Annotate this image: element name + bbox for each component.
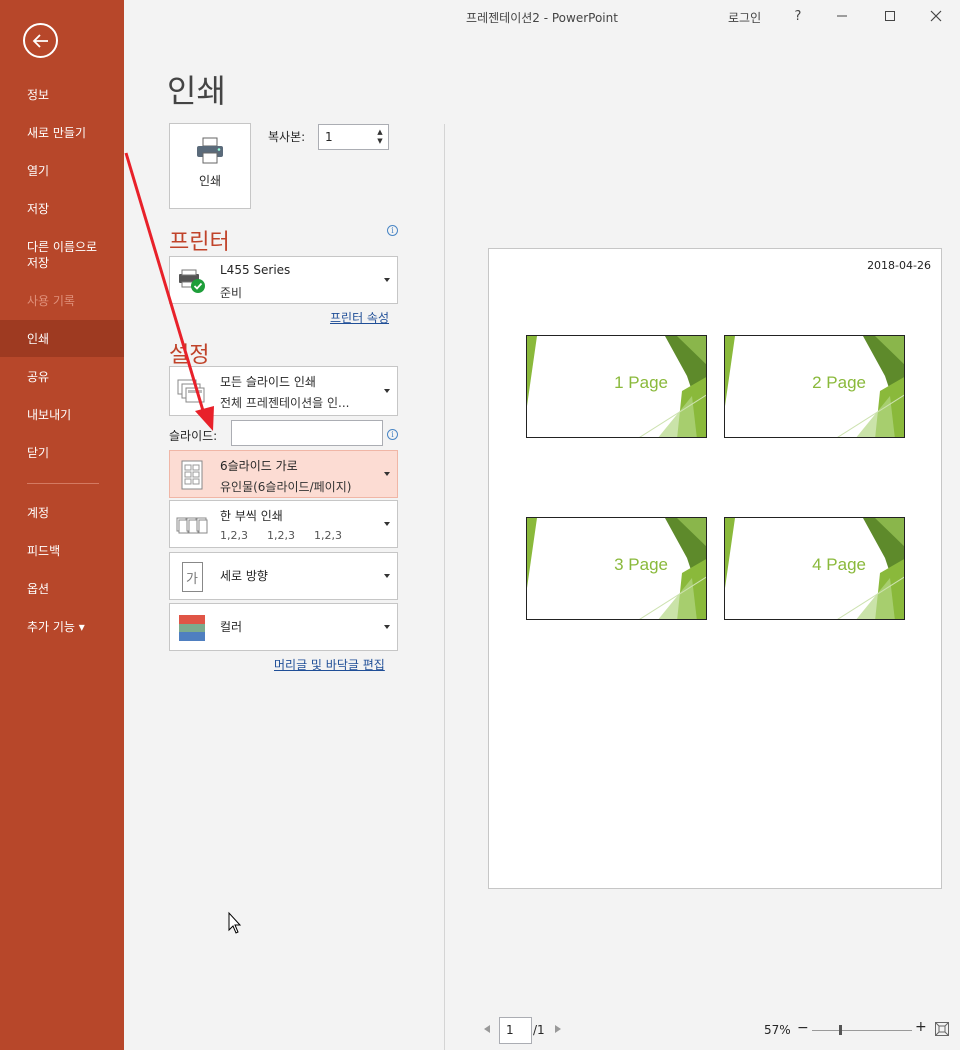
orientation-title: 세로 방향: [220, 569, 268, 583]
copies-input[interactable]: 1 ▲ ▼: [318, 124, 389, 150]
printer-section-title: 프린터: [169, 230, 230, 255]
nav-options[interactable]: 옵션: [0, 581, 124, 597]
orientation-dropdown[interactable]: 가 세로 방향: [169, 552, 398, 600]
zoom-level[interactable]: 57%: [764, 1023, 791, 1037]
fit-to-page-icon[interactable]: [935, 1022, 949, 1036]
minimize-button[interactable]: [832, 6, 852, 26]
layout-dropdown[interactable]: 6슬라이드 가로 유인물(6슬라이드/페이지): [169, 450, 398, 498]
slide-label: 4 Page: [812, 555, 866, 574]
nav-history: 사용 기록: [27, 294, 75, 308]
slide-label: 3 Page: [614, 555, 668, 574]
chevron-down-icon: [384, 574, 390, 578]
nav-addins[interactable]: 추가 기능 ▾: [0, 619, 124, 635]
spin-up-icon[interactable]: ▲: [375, 128, 385, 137]
chevron-down-icon: [384, 472, 390, 476]
nav-share[interactable]: 공유: [0, 369, 124, 385]
chevron-down-icon: [384, 522, 390, 526]
slides-label: 슬라이드:: [169, 429, 218, 443]
layout-sub: 유인물(6슬라이드/페이지): [220, 480, 352, 494]
collate-seq: 1,2,3: [314, 529, 342, 542]
color-dropdown[interactable]: 컬러: [169, 603, 398, 651]
nav-account[interactable]: 계정: [0, 505, 124, 521]
login-link[interactable]: 로그인: [728, 9, 761, 26]
prev-page-icon[interactable]: [484, 1025, 490, 1033]
print-preview-page: 2018-04-26 1 Page 2 Page 3 Page 4 Page: [488, 248, 942, 889]
slide-label: 1 Page: [614, 373, 668, 392]
info-icon[interactable]: i: [387, 225, 398, 236]
chevron-down-icon: [384, 625, 390, 629]
nav-info[interactable]: 정보: [0, 87, 124, 103]
zoom-in-button[interactable]: +: [915, 1019, 927, 1035]
collate-sub: 1,2,3 1,2,3 1,2,3: [220, 528, 361, 542]
back-button[interactable]: [23, 23, 58, 58]
mouse-cursor-icon: [228, 911, 242, 934]
collate-dropdown[interactable]: 한 부씩 인쇄 1,2,3 1,2,3 1,2,3: [169, 500, 398, 548]
preview-date: 2018-04-26: [867, 259, 931, 272]
portrait-icon: 가: [174, 559, 210, 595]
printer-ready-icon: [174, 263, 210, 299]
slide-thumbnail: 4 Page: [724, 517, 905, 620]
nav-export[interactable]: 내보내기: [0, 407, 124, 423]
copies-value: 1: [325, 130, 333, 144]
settings-section-title: 설정: [169, 343, 210, 368]
page-title: 인쇄: [167, 72, 226, 110]
collate-title: 한 부씩 인쇄: [220, 509, 283, 523]
help-button[interactable]: ?: [788, 6, 808, 26]
print-button-label: 인쇄: [198, 174, 222, 188]
collate-icon: [174, 507, 210, 543]
info-icon[interactable]: i: [387, 429, 398, 440]
portrait-glyph: 가: [181, 562, 203, 592]
printer-properties-link[interactable]: 프린터 속성: [330, 309, 389, 326]
page-total: /1: [533, 1023, 545, 1037]
nav-open[interactable]: 열기: [0, 163, 124, 179]
minimize-icon: [837, 15, 847, 17]
nav-print[interactable]: 인쇄: [0, 320, 124, 357]
copies-label: 복사본:: [268, 130, 306, 144]
print-button[interactable]: 인쇄: [169, 123, 251, 209]
nav-save[interactable]: 저장: [0, 201, 124, 217]
close-window-button[interactable]: [926, 6, 946, 26]
printer-status: 준비: [220, 286, 243, 300]
nav-new[interactable]: 새로 만들기: [0, 125, 124, 141]
zoom-slider-thumb[interactable]: [839, 1025, 842, 1035]
zoom-out-button[interactable]: −: [797, 1020, 809, 1036]
header-footer-link[interactable]: 머리글 및 바닥글 편집: [274, 656, 385, 673]
page-number-input[interactable]: 1: [499, 1017, 532, 1044]
chevron-down-icon: [384, 389, 390, 393]
spin-down-icon[interactable]: ▼: [375, 137, 385, 146]
print-range-sub: 전체 프레젠테이션을 인...: [220, 396, 350, 410]
slide-thumbnail: 3 Page: [526, 517, 707, 620]
six-slides-icon: [174, 457, 210, 493]
print-range-title: 모든 슬라이드 인쇄: [220, 375, 316, 389]
panel-divider: [444, 124, 445, 1050]
slide-thumbnail: 2 Page: [724, 335, 905, 438]
print-range-dropdown[interactable]: 모든 슬라이드 인쇄 전체 프레젠테이션을 인...: [169, 366, 398, 416]
nav-save-as[interactable]: 다른 이름으로 저장: [0, 239, 110, 271]
next-page-icon[interactable]: [555, 1025, 561, 1033]
title-bar: 프레젠테이션2 - PowerPoint 로그인 ?: [124, 0, 960, 32]
printer-dropdown[interactable]: L455 Series 준비: [169, 256, 398, 304]
collate-seq: 1,2,3: [220, 529, 248, 542]
copies-spinner[interactable]: ▲ ▼: [375, 128, 385, 146]
printer-icon: [197, 137, 223, 164]
slide-thumbnail: 1 Page: [526, 335, 707, 438]
slide-label: 2 Page: [812, 373, 866, 392]
layout-title: 6슬라이드 가로: [220, 459, 298, 473]
color-icon: [174, 610, 210, 646]
maximize-button[interactable]: [880, 6, 900, 26]
backstage-sidebar: 정보 새로 만들기 열기 저장 다른 이름으로 저장 사용 기록 인쇄 공유 내…: [0, 0, 124, 1050]
nav-feedback[interactable]: 피드백: [0, 543, 124, 559]
chevron-down-icon: [384, 278, 390, 282]
maximize-icon: [885, 11, 895, 21]
collate-seq: 1,2,3: [267, 529, 295, 542]
nav-close[interactable]: 닫기: [0, 445, 124, 461]
close-icon: [930, 10, 942, 22]
printer-name: L455 Series: [220, 263, 291, 277]
nav-divider: [27, 483, 99, 484]
color-title: 컬러: [220, 620, 243, 634]
slides-input[interactable]: [231, 420, 383, 446]
zoom-slider-track[interactable]: [812, 1030, 912, 1031]
all-slides-icon: [174, 373, 210, 409]
back-arrow-icon: [32, 33, 48, 48]
